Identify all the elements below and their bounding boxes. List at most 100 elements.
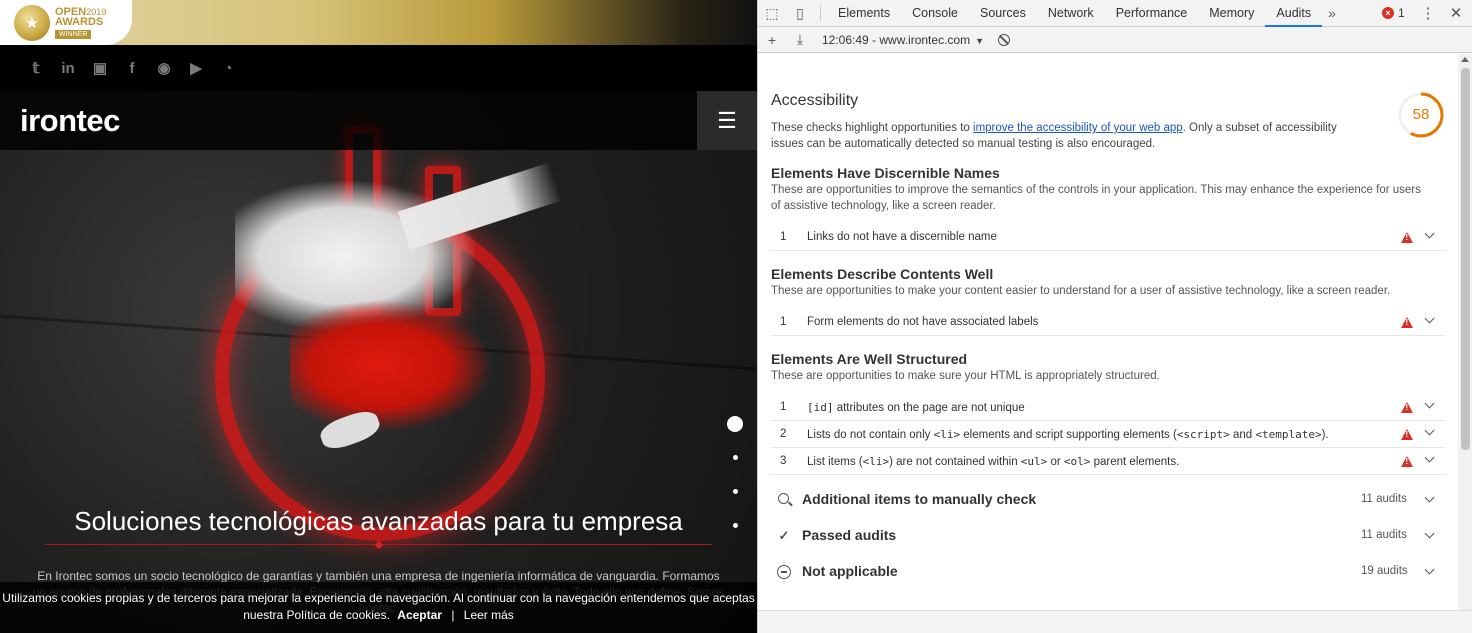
kebab-menu-icon[interactable]: ⋮	[1418, 0, 1438, 27]
chevron-down-icon[interactable]	[1424, 228, 1435, 239]
social-bar: 𝕥 in ▣ f ◉ ▶ ◔	[0, 45, 757, 91]
section-count: 11 audits	[1361, 529, 1407, 541]
scroll-up-arrow-icon[interactable]	[1461, 57, 1469, 62]
github-icon[interactable]: ◉	[154, 58, 174, 78]
tab-separator	[820, 5, 821, 21]
checkmark-icon: ✓	[778, 528, 790, 543]
twitter-icon[interactable]: 𝕥	[26, 58, 46, 78]
chevron-down-icon[interactable]	[1424, 398, 1435, 409]
fail-warning-icon	[1401, 317, 1413, 328]
tab-elements[interactable]: Elements	[827, 0, 901, 27]
category-description: These checks highlight opportunities to …	[771, 120, 1371, 152]
website-viewport: ★ OPEN2019 AWARDS WINNER 𝕥 in ▣ f ◉ ▶ ◔ …	[0, 0, 757, 633]
new-audit-icon[interactable]: +	[758, 32, 786, 48]
audit-row[interactable]: 1 Links do not have a discernible name	[771, 225, 1445, 251]
section-passed-audits[interactable]: ✓ Passed audits 11 audits	[771, 519, 1445, 553]
fail-warning-icon	[1401, 429, 1413, 440]
inspect-element-icon[interactable]: ⬚	[758, 0, 786, 27]
audit-title: List items (<li>) are not contained with…	[807, 455, 1179, 468]
chevron-down-icon[interactable]	[1424, 313, 1435, 324]
code-token: [id]	[807, 401, 834, 414]
group-description: These are opportunities to improve the s…	[771, 184, 1421, 212]
cookie-accept-link[interactable]: Aceptar	[397, 608, 442, 622]
slider-dot-2[interactable]	[733, 455, 738, 460]
dancer-arm-image	[397, 162, 563, 250]
audit-title-text: ).	[1321, 429, 1329, 441]
audit-title-text: parent elements.	[1090, 456, 1180, 468]
tab-memory[interactable]: Memory	[1198, 0, 1265, 27]
score-value: 58	[1412, 106, 1430, 123]
report-scrollbar[interactable]	[1458, 54, 1472, 610]
audit-title-text: Lists do not contain only	[807, 429, 934, 441]
hamburger-icon: ☰	[717, 107, 737, 133]
audit-title-text: attributes on the page are not unique	[833, 402, 1025, 414]
chevron-down-icon[interactable]	[1424, 452, 1435, 463]
section-manual-checks[interactable]: Additional items to manually check 11 au…	[771, 483, 1445, 517]
hero-tagline: Soluciones tecnológicas avanzadas para t…	[74, 506, 683, 536]
tab-audits[interactable]: Audits	[1265, 0, 1323, 27]
code-token: <script>	[1176, 428, 1230, 441]
device-toolbar-icon[interactable]: ▯	[786, 0, 814, 27]
audit-number: 2	[780, 428, 787, 440]
chevron-down-icon[interactable]	[1424, 425, 1435, 436]
rss-icon[interactable]: ◔	[218, 58, 238, 78]
chevron-down-icon[interactable]	[1424, 492, 1435, 503]
audit-row[interactable]: 1 [id] attributes on the page are not un…	[771, 395, 1445, 421]
youtube-icon[interactable]: ▶	[186, 58, 206, 78]
code-token: <ul>	[1020, 455, 1048, 468]
group-title: Elements Are Well Structured	[771, 351, 968, 367]
code-token: <li>	[862, 455, 890, 468]
audit-number: 1	[780, 231, 787, 243]
more-tabs-icon[interactable]: »	[1322, 5, 1342, 21]
tab-sources[interactable]: Sources	[969, 0, 1037, 27]
search-icon	[778, 493, 789, 504]
chevron-down-icon[interactable]	[1424, 528, 1435, 539]
audit-row[interactable]: 1 Form elements do not have associated l…	[771, 310, 1445, 336]
devtools-panel: ⬚ ▯ Elements Console Sources Network Per…	[757, 0, 1472, 633]
audit-number: 3	[780, 455, 787, 467]
slider-dot-3[interactable]	[733, 489, 738, 494]
download-report-icon[interactable]: ⤓	[786, 31, 814, 48]
cookie-text: Utilizamos cookies propias y de terceros…	[2, 591, 755, 622]
section-count: 11 audits	[1361, 493, 1407, 505]
linkedin-icon[interactable]: in	[58, 58, 78, 78]
clear-reports-icon[interactable]	[998, 33, 1010, 46]
cookie-more-link[interactable]: Leer más	[464, 608, 514, 622]
dancer-legs-image	[290, 301, 490, 431]
audit-title: Links do not have a discernible name	[807, 231, 997, 243]
devtools-tabbar: ⬚ ▯ Elements Console Sources Network Per…	[758, 0, 1472, 27]
chevron-down-icon[interactable]	[1424, 564, 1435, 575]
section-title: Passed audits	[802, 527, 897, 543]
tab-network[interactable]: Network	[1037, 0, 1105, 27]
tab-performance[interactable]: Performance	[1105, 0, 1199, 27]
audit-row[interactable]: 2 Lists do not contain only <li> element…	[771, 422, 1445, 448]
caret-down-icon: ▼	[975, 35, 984, 46]
code-token: <template>	[1255, 428, 1322, 441]
audit-report: Accessibility These checks highlight opp…	[758, 54, 1472, 633]
section-not-applicable[interactable]: Not applicable 19 audits	[771, 555, 1445, 589]
report-selector-label: 12:06:49 - www.irontec.com	[822, 32, 971, 47]
audit-title-text: and	[1229, 429, 1256, 441]
irontec-logo[interactable]: irontec	[20, 103, 120, 139]
error-counter[interactable]: × 1	[1382, 6, 1405, 20]
award-badge[interactable]: ★ OPEN2019 AWARDS WINNER	[0, 0, 132, 45]
slider-dot-1[interactable]	[727, 416, 743, 432]
screen: ★ OPEN2019 AWARDS WINNER 𝕥 in ▣ f ◉ ▶ ◔ …	[0, 0, 1472, 633]
award-year: 2019	[86, 6, 107, 17]
slideshare-icon[interactable]: ▣	[90, 58, 110, 78]
audit-title: Lists do not contain only <li> elements …	[807, 428, 1329, 441]
tab-console[interactable]: Console	[901, 0, 969, 27]
facebook-icon[interactable]: f	[122, 58, 142, 78]
group-title: Elements Describe Contents Well	[771, 266, 994, 282]
audit-row[interactable]: 3 List items (<li>) are not contained wi…	[771, 449, 1445, 475]
fail-warning-icon	[1401, 402, 1413, 413]
audits-toolbar: + ⤓ 12:06:49 - www.irontec.com ▼	[758, 27, 1472, 53]
accessibility-docs-link[interactable]: improve the accessibility of your web ap…	[973, 122, 1183, 134]
report-selector[interactable]: 12:06:49 - www.irontec.com ▼	[822, 33, 984, 47]
audit-title: Form elements do not have associated lab…	[807, 316, 1039, 328]
cookie-separator: |	[451, 608, 455, 622]
close-devtools-icon[interactable]: ✕	[1446, 0, 1466, 27]
scrollbar-thumb[interactable]	[1461, 68, 1470, 450]
hamburger-menu-button[interactable]: ☰	[697, 91, 757, 150]
audit-title-text: List items (	[807, 456, 863, 468]
